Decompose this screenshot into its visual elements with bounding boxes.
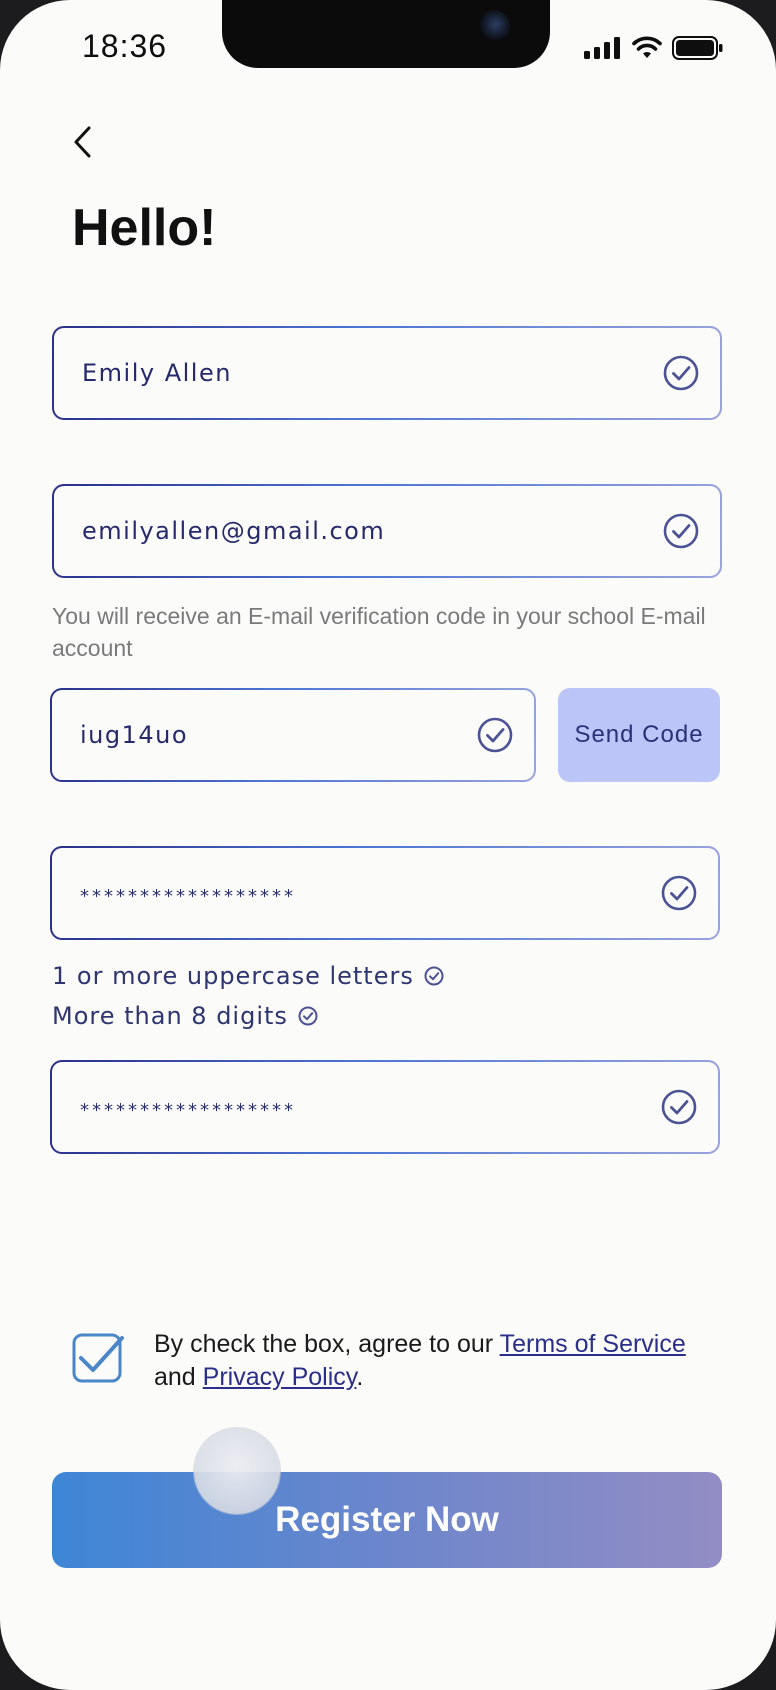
password-rule-uppercase: 1 or more uppercase letters: [52, 962, 444, 990]
check-circle-icon: [663, 513, 699, 549]
name-field[interactable]: Emily Allen: [52, 326, 722, 420]
send-code-button[interactable]: Send Code: [558, 688, 720, 782]
register-button[interactable]: Register Now: [52, 1472, 722, 1568]
agreement-text: By check the box, agree to our Terms of …: [154, 1328, 714, 1394]
status-time: 18:36: [82, 28, 168, 64]
battery-icon: [672, 36, 723, 60]
password-rule-label: More than 8 digits: [52, 1002, 288, 1030]
email-hint: You will receive an E-mail verification …: [52, 603, 706, 661]
password-field[interactable]: ******************: [50, 846, 720, 940]
privacy-policy-link[interactable]: Privacy Policy: [203, 1363, 357, 1391]
signal-icon: [584, 37, 620, 59]
password-input-value: ******************: [80, 885, 296, 907]
password-rule-label: 1 or more uppercase letters: [52, 962, 414, 990]
agreement-suffix: .: [356, 1363, 364, 1391]
check-circle-icon: [663, 355, 699, 391]
agreement-middle: and: [154, 1363, 203, 1391]
agreement-prefix: By check the box, agree to our: [154, 1330, 500, 1358]
checkbox-checked-icon: [72, 1333, 124, 1383]
agree-checkbox[interactable]: [72, 1332, 124, 1384]
email-input-value: emilyallen@gmail.com: [82, 517, 386, 545]
status-icons: [584, 36, 724, 60]
check-circle-icon: [661, 875, 697, 911]
password-rule-length: More than 8 digits: [52, 1002, 318, 1030]
wifi-icon: [632, 36, 662, 58]
email-field[interactable]: emilyallen@gmail.com: [52, 484, 722, 578]
check-circle-icon: [477, 717, 513, 753]
check-circle-icon: [661, 1089, 697, 1125]
notch: [222, 0, 550, 68]
verification-code-field[interactable]: iug14uo: [50, 688, 536, 782]
terms-of-service-link[interactable]: Terms of Service: [500, 1330, 686, 1358]
back-button[interactable]: [60, 116, 104, 168]
page-title: Hello!: [72, 199, 217, 257]
check-circle-icon: [424, 966, 444, 986]
front-camera: [478, 10, 510, 42]
code-input-value: iug14uo: [80, 721, 189, 749]
confirm-password-field[interactable]: ******************: [50, 1060, 720, 1154]
confirm-password-input-value: ******************: [80, 1099, 296, 1121]
touch-indicator: [194, 1428, 280, 1514]
name-input-value: Emily Allen: [82, 359, 232, 387]
phone-frame: 18:36 Hello! Emily Allen emilyallen@gmai…: [0, 0, 776, 1690]
chevron-left-icon: [74, 126, 91, 158]
screen: 18:36 Hello! Emily Allen emilyallen@gmai…: [0, 0, 776, 1690]
check-circle-icon: [298, 1006, 318, 1026]
